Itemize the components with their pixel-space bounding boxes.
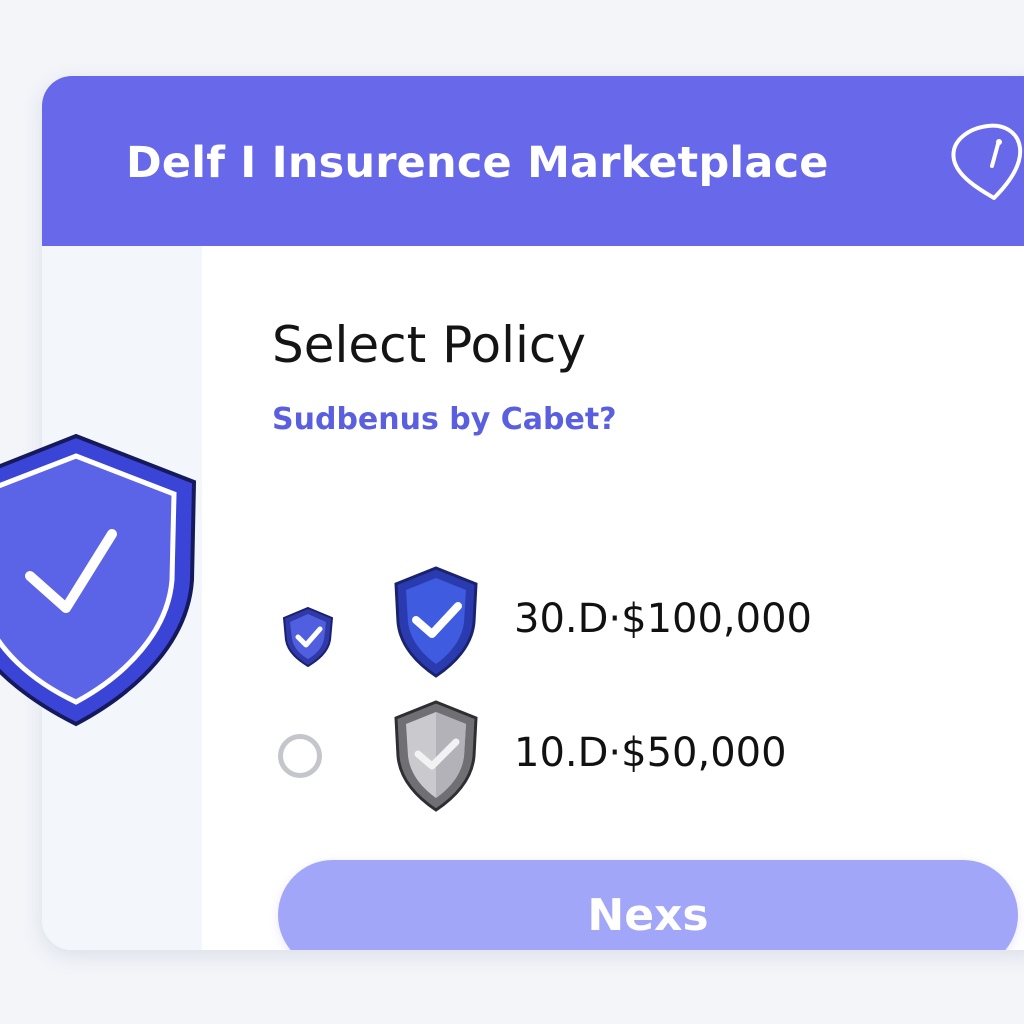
page-subtitle: Sudbenus by Cabet? (272, 402, 617, 437)
policy-option-label: 30.D·$100,000 (514, 596, 812, 642)
radio-button[interactable] (278, 734, 322, 778)
policy-option-2[interactable]: 10.D·$50,000 (272, 698, 972, 818)
app-header: Delf I Insurence Marketplace (42, 76, 1024, 246)
selected-check-icon[interactable] (280, 604, 336, 668)
shield-settings-icon[interactable] (946, 118, 1024, 208)
policy-option-label: 10.D·$50,000 (514, 730, 787, 776)
blue-shield-check-icon (390, 564, 482, 680)
next-button[interactable]: Nexs (278, 860, 1018, 950)
app-title: Delf I Insurence Marketplace (126, 138, 829, 188)
page-title: Select Policy (272, 316, 586, 374)
policy-option-1[interactable]: 30.D·$100,000 (272, 564, 972, 684)
policy-content: Select Policy Sudbenus by Cabet? 30.D·$1… (202, 246, 1024, 950)
hero-shield-check-icon (0, 430, 200, 730)
gray-shield-check-icon (390, 698, 482, 814)
app-stage: Delf I Insurence Marketplace Select Poli… (0, 0, 1024, 1024)
